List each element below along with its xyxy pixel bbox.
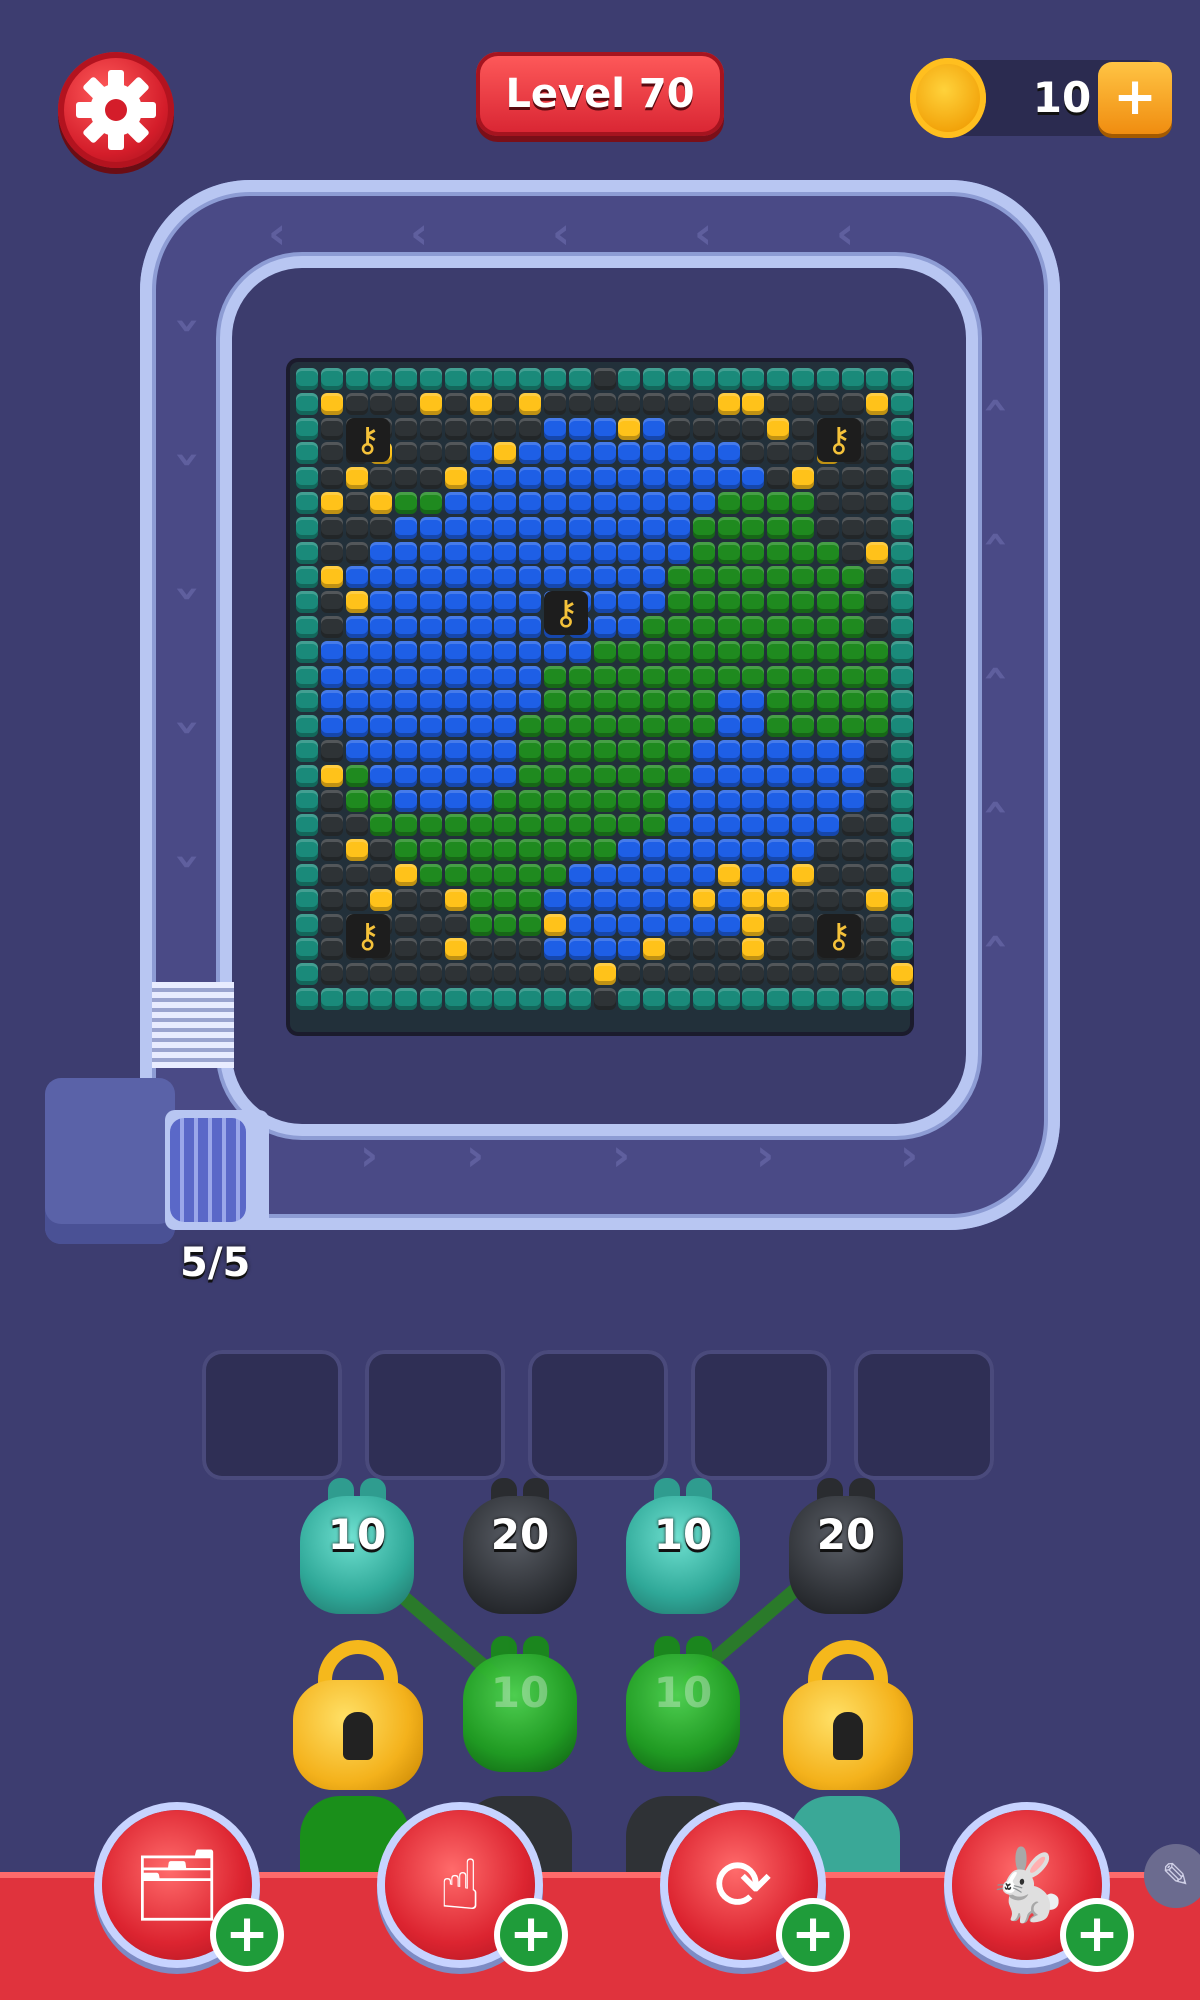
shooter-value: 10 [653,1510,713,1559]
rabbit-plus-button[interactable]: + [1066,1904,1128,1966]
shooter[interactable]: 10 [618,1478,748,1618]
pencil-icon[interactable]: ✎ [1144,1844,1200,1908]
add-card-plus-button[interactable]: + [216,1904,278,1966]
shooter-value: 10 [653,1668,713,1717]
shuffle-icon: ⟳ [713,1844,773,1926]
rabbit-icon: 🐇 [983,1844,1071,1926]
shooter[interactable]: 10 [292,1478,422,1618]
shooter: 10 [618,1636,748,1776]
add-card-icon: 🗂 [132,1844,222,1926]
tap-plus-button[interactable]: + [500,1904,562,1966]
locked-shooter[interactable] [288,1640,428,1790]
shooter[interactable]: 20 [455,1478,585,1618]
shooter[interactable]: 20 [781,1478,911,1618]
shooter-value: 20 [490,1510,550,1559]
shooter-value: 20 [816,1510,876,1559]
shuffle-plus-button[interactable]: + [782,1904,844,1966]
shooter-links [353,1553,837,1687]
locked-shooter[interactable] [778,1640,918,1790]
shooter-value: 10 [490,1668,550,1717]
keyhole [833,1712,863,1760]
keyhole [343,1712,373,1760]
tap-hand-icon: ☝ [438,1844,482,1926]
shooter-value: 10 [327,1510,387,1559]
shooter: 10 [455,1636,585,1776]
